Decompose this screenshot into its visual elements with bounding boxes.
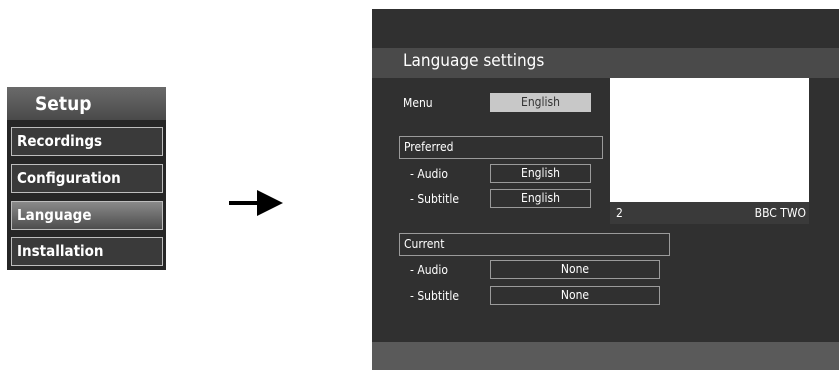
current-subtitle-field: None bbox=[490, 286, 660, 305]
channel-name: BBC TWO bbox=[754, 206, 806, 220]
menu-language-label: Menu bbox=[403, 96, 433, 110]
preferred-audio-label: - Audio bbox=[410, 167, 449, 181]
current-audio-field: None bbox=[490, 260, 660, 279]
setup-menu-title: Setup bbox=[35, 93, 92, 115]
tv-preview bbox=[610, 78, 809, 202]
screen-header: Language settings bbox=[372, 48, 839, 78]
preferred-group-header: Preferred bbox=[399, 136, 603, 159]
channel-number: 2 bbox=[616, 206, 623, 220]
preferred-subtitle-label: - Subtitle bbox=[410, 192, 459, 206]
page-title: Language settings bbox=[403, 51, 545, 71]
current-subtitle-label: - Subtitle bbox=[410, 289, 459, 303]
preferred-audio-field[interactable]: English bbox=[490, 164, 591, 183]
menu-item-recordings[interactable]: Recordings bbox=[11, 127, 163, 156]
screen-footer bbox=[372, 342, 839, 370]
menu-item-installation[interactable]: Installation bbox=[11, 237, 163, 266]
preferred-subtitle-field[interactable]: English bbox=[490, 189, 591, 208]
setup-menu-header: Setup bbox=[7, 87, 166, 120]
arrow-right-icon bbox=[229, 190, 283, 216]
current-audio-label: - Audio bbox=[410, 263, 449, 277]
language-settings-screen: Language settings Menu English Preferred… bbox=[372, 9, 839, 370]
preview-channel-bar: 2 BBC TWO bbox=[610, 202, 809, 224]
menu-item-language[interactable]: Language bbox=[11, 201, 163, 230]
setup-menu: Setup Recordings Configuration Language … bbox=[7, 87, 166, 270]
menu-item-configuration[interactable]: Configuration bbox=[11, 164, 163, 193]
current-group-header: Current bbox=[399, 233, 670, 256]
menu-language-field[interactable]: English bbox=[490, 93, 591, 112]
